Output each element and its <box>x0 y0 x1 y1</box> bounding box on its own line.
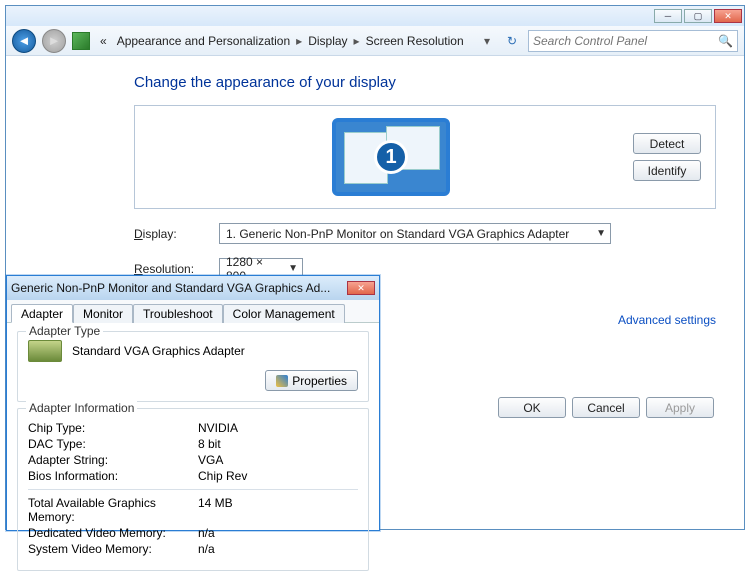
breadcrumb-item[interactable]: Appearance and Personalization <box>113 32 294 50</box>
identify-button[interactable]: Identify <box>633 160 701 181</box>
back-button[interactable]: ◄ <box>12 29 36 53</box>
breadcrumb-item[interactable]: Screen Resolution <box>362 32 468 50</box>
cancel-button[interactable]: Cancel <box>572 397 640 418</box>
uac-shield-icon <box>276 375 288 387</box>
dialog-titlebar: Generic Non-PnP Monitor and Standard VGA… <box>7 276 379 300</box>
forward-button[interactable]: ► <box>42 29 66 53</box>
apply-button: Apply <box>646 397 714 418</box>
adapter-info-group: Adapter Information Chip Type:NVIDIA DAC… <box>17 408 369 571</box>
dialog-title: Generic Non-PnP Monitor and Standard VGA… <box>11 281 343 295</box>
maximize-button[interactable]: ▢ <box>684 9 712 23</box>
control-panel-icon <box>72 32 90 50</box>
tab-adapter[interactable]: Adapter <box>11 304 73 323</box>
display-label: Display: <box>134 227 219 241</box>
close-button[interactable]: ✕ <box>714 9 742 23</box>
tab-color-management[interactable]: Color Management <box>223 304 345 323</box>
properties-button[interactable]: Properties <box>265 370 358 391</box>
chevron-right-icon: ▸ <box>296 34 302 48</box>
chevron-down-icon: ▼ <box>288 263 298 274</box>
display-select[interactable]: 1. Generic Non-PnP Monitor on Standard V… <box>219 223 611 244</box>
refresh-icon[interactable]: ↻ <box>502 31 522 51</box>
search-input[interactable] <box>533 34 718 48</box>
detect-button[interactable]: Detect <box>633 133 701 154</box>
adapter-properties-dialog: Generic Non-PnP Monitor and Standard VGA… <box>6 275 380 531</box>
breadcrumb[interactable]: « Appearance and Personalization ▸ Displ… <box>96 32 496 50</box>
adapter-name: Standard VGA Graphics Adapter <box>72 344 245 358</box>
chevron-down-icon: ▼ <box>596 228 606 239</box>
page-title: Change the appearance of your display <box>134 74 716 91</box>
dialog-close-button[interactable]: ✕ <box>347 281 375 295</box>
search-icon[interactable]: 🔍 <box>718 34 733 48</box>
search-box[interactable]: 🔍 <box>528 30 738 52</box>
tab-strip: Adapter Monitor Troubleshoot Color Manag… <box>7 300 379 323</box>
toolbar: ◄ ► « Appearance and Personalization ▸ D… <box>6 26 744 56</box>
resolution-label: Resolution: <box>134 262 219 276</box>
window-titlebar: ─ ▢ ✕ <box>6 6 744 26</box>
adapter-card-icon <box>28 340 62 362</box>
chevron-down-icon[interactable]: ▾ <box>484 34 490 48</box>
display-arrangement-box: 1 Detect Identify <box>134 105 716 209</box>
chevron-right-icon: ▸ <box>354 34 360 48</box>
ok-button[interactable]: OK <box>498 397 566 418</box>
monitor-thumbnail[interactable]: 1 <box>332 118 450 196</box>
tab-troubleshoot[interactable]: Troubleshoot <box>133 304 223 323</box>
tab-monitor[interactable]: Monitor <box>73 304 133 323</box>
monitor-number-badge: 1 <box>374 140 408 174</box>
minimize-button[interactable]: ─ <box>654 9 682 23</box>
adapter-type-group: Adapter Type Standard VGA Graphics Adapt… <box>17 331 369 402</box>
breadcrumb-item[interactable]: Display <box>304 32 351 50</box>
